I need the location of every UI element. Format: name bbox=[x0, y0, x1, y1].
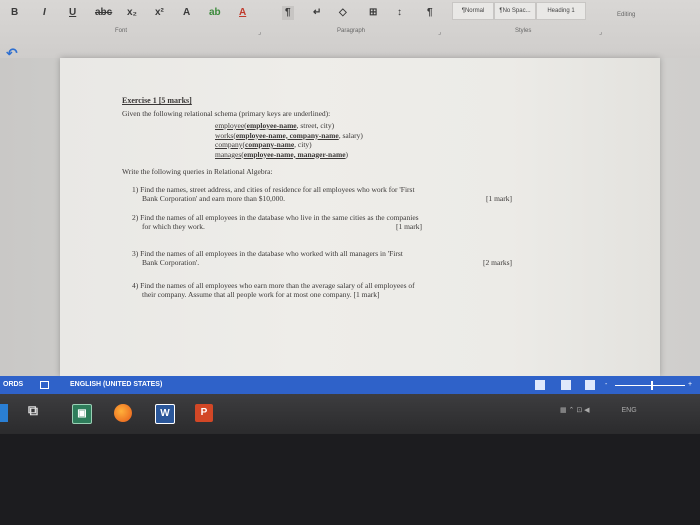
question-text: Find the names, street address, and citi… bbox=[140, 185, 415, 194]
question-number: 2) bbox=[132, 213, 139, 222]
document-page[interactable]: Exercise 1 [5 marks] Given the following… bbox=[60, 58, 660, 376]
powerpoint-icon[interactable]: P bbox=[195, 404, 213, 422]
question-1: 1) Find the names, street address, and c… bbox=[132, 185, 522, 203]
exercise-title: Exercise 1 [5 marks] bbox=[122, 96, 192, 105]
highlight-button[interactable]: ab bbox=[206, 6, 224, 20]
start-button[interactable] bbox=[0, 404, 8, 422]
shading-button[interactable]: ◇ bbox=[336, 6, 350, 20]
font-color-button[interactable]: A bbox=[236, 6, 249, 20]
show-marks-button[interactable]: ¶ bbox=[282, 6, 294, 20]
relation-name: works bbox=[215, 130, 234, 140]
schema-line: works(employee-name, company-name, salar… bbox=[215, 130, 363, 140]
question-3: 3) Find the names of all employees in th… bbox=[132, 249, 522, 267]
task-view-icon[interactable]: ⧉ bbox=[24, 402, 42, 420]
zoom-slider[interactable] bbox=[615, 385, 685, 386]
document-body: Exercise 1 [5 marks] Given the following… bbox=[122, 96, 542, 299]
styles-dialog-launcher-icon[interactable]: ⌟ bbox=[599, 28, 602, 36]
style-normal[interactable]: ¶Normal bbox=[452, 2, 494, 20]
intro-text: Given the following relational schema (p… bbox=[122, 109, 331, 118]
question-number: 3) bbox=[132, 249, 139, 258]
editing-group-label[interactable]: Editing bbox=[617, 12, 635, 18]
primary-key: employee-name, company-name bbox=[235, 130, 339, 140]
question-text: Find the names of all employees who earn… bbox=[140, 281, 415, 290]
relation-name: employee bbox=[215, 121, 245, 130]
styles-group-label: Styles bbox=[515, 28, 532, 34]
schema-line: employee(employee-name, street, city) bbox=[215, 121, 335, 130]
word-icon[interactable]: W bbox=[155, 404, 175, 424]
mark-label: [2 marks] bbox=[483, 258, 512, 267]
italic-button[interactable]: I bbox=[40, 6, 49, 20]
schema-list: employee(employee-name, street, city) wo… bbox=[215, 121, 542, 159]
question-text: for which they work. bbox=[142, 222, 205, 231]
ribbon: B I U abc x₂ x² A ab A ¶ ↵ ◇ ⊞ ↕ ¶ ¶Norm… bbox=[0, 0, 700, 59]
proofing-icon[interactable] bbox=[40, 381, 49, 389]
input-language[interactable]: ENG bbox=[622, 407, 637, 414]
read-mode-icon[interactable] bbox=[535, 380, 545, 390]
primary-key: employee-name, manager-name bbox=[243, 149, 346, 159]
firefox-icon[interactable] bbox=[114, 404, 132, 422]
web-layout-icon[interactable] bbox=[585, 380, 595, 390]
schema-line: manages(employee-name, manager-name) bbox=[215, 149, 349, 159]
status-bar: ORDS ENGLISH (UNITED STATES) - + bbox=[0, 376, 700, 394]
question-text: Find the names of all employees in the d… bbox=[140, 249, 403, 258]
attributes: , city) bbox=[294, 140, 312, 149]
primary-key: employee-name bbox=[246, 121, 297, 130]
zoom-out-button[interactable]: - bbox=[605, 376, 607, 394]
sort-button[interactable]: ↕ bbox=[394, 6, 405, 20]
primary-key: company-name bbox=[245, 140, 295, 149]
style-no-spacing[interactable]: ¶No Spac... bbox=[494, 2, 536, 20]
question-4: 4) Find the names of all employees who e… bbox=[132, 281, 522, 299]
question-number: 1) bbox=[132, 185, 139, 194]
question-text: their company. Assume that all people wo… bbox=[142, 290, 352, 299]
mark-label: [1 mark] bbox=[485, 194, 512, 203]
question-2: 2) Find the names of all employees in th… bbox=[132, 213, 522, 231]
style-heading-1[interactable]: Heading 1 bbox=[536, 2, 586, 20]
pilcrow-button[interactable]: ¶ bbox=[424, 6, 436, 20]
system-tray[interactable]: ▦ ⌃ ⊡ ◀ ENG bbox=[560, 406, 637, 414]
attributes: , street, city) bbox=[296, 121, 335, 130]
superscript-button[interactable]: x² bbox=[152, 6, 167, 20]
text-effects-button[interactable]: A bbox=[180, 6, 193, 20]
attributes: ) bbox=[345, 149, 349, 159]
zoom-slider-handle[interactable] bbox=[651, 381, 653, 390]
mark-label: [1 mark] bbox=[395, 222, 422, 231]
indent-button[interactable]: ↵ bbox=[310, 6, 324, 20]
document-canvas: ↶ Exercise 1 [5 marks] Given the followi… bbox=[0, 46, 700, 376]
borders-button[interactable]: ⊞ bbox=[366, 6, 380, 20]
question-number: 4) bbox=[132, 281, 139, 290]
monitor-bezel bbox=[0, 434, 700, 525]
relation-name: company bbox=[215, 140, 243, 149]
strikethrough-button[interactable]: abc bbox=[92, 6, 115, 20]
font-dialog-launcher-icon[interactable]: ⌟ bbox=[258, 28, 261, 36]
print-layout-icon[interactable] bbox=[561, 380, 571, 390]
question-text: Find the names of all employees in the d… bbox=[140, 213, 419, 222]
language-indicator[interactable]: ENGLISH (UNITED STATES) bbox=[70, 376, 162, 394]
question-text: Bank Corporation' and earn more than $10… bbox=[142, 194, 285, 203]
relation-name: manages bbox=[215, 149, 242, 159]
underline-button[interactable]: U bbox=[66, 6, 79, 20]
font-group-label: Font bbox=[115, 28, 128, 34]
bold-button[interactable]: B bbox=[8, 6, 21, 20]
taskbar: ⧉ ▣ W P ▦ ⌃ ⊡ ◀ ENG bbox=[0, 394, 700, 434]
question-text: Bank Corporation'. bbox=[142, 258, 200, 267]
undo-icon[interactable]: ↶ bbox=[6, 46, 18, 62]
paragraph-group-label: Paragraph bbox=[337, 28, 366, 34]
paragraph-dialog-launcher-icon[interactable]: ⌟ bbox=[438, 28, 441, 36]
attributes: , salary) bbox=[338, 130, 363, 140]
schema-line: company(company-name, city) bbox=[215, 140, 312, 149]
word-count[interactable]: ORDS bbox=[3, 376, 23, 394]
instruction-text: Write the following queries in Relationa… bbox=[122, 167, 273, 176]
store-icon[interactable]: ▣ bbox=[72, 404, 92, 424]
subscript-button[interactable]: x₂ bbox=[124, 6, 140, 20]
mark-label: [1 mark] bbox=[353, 290, 380, 299]
zoom-in-button[interactable]: + bbox=[688, 376, 692, 394]
